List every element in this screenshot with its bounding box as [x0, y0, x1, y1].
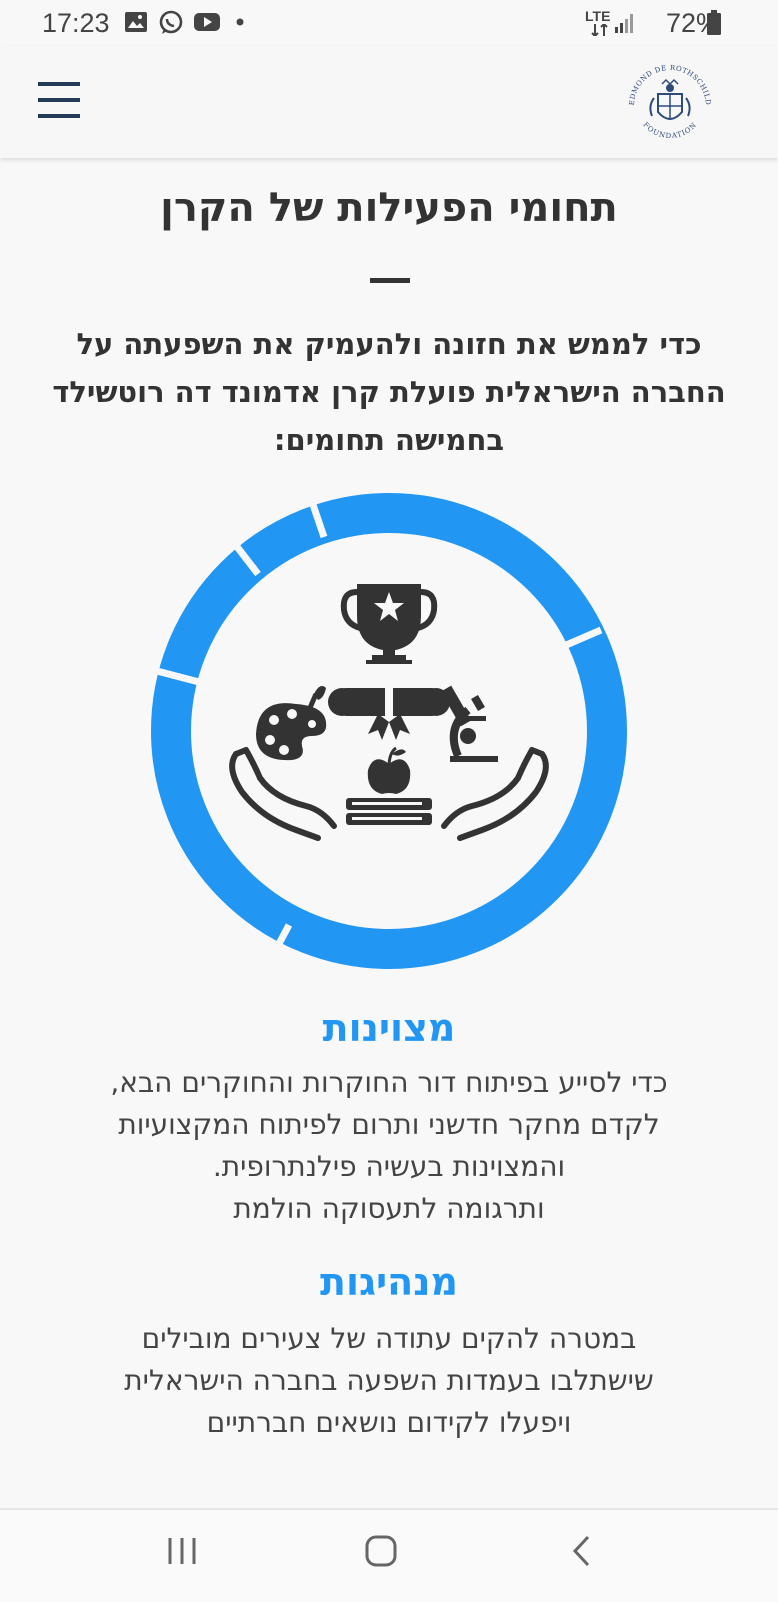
notification-dot-icon	[236, 18, 244, 26]
page-title: תחומי הפעילות של הקרן	[160, 185, 618, 231]
section-text-leadership: במטרה להקים עתודה של צעירים מובילים שישת…	[124, 1322, 654, 1439]
rothschild-foundation-logo[interactable]: EDMOND DE ROTHSCHILD FOUNDATION	[620, 54, 720, 154]
palette-icon	[256, 686, 327, 761]
section-title-excellence: מצוינות	[322, 1006, 456, 1050]
recent-apps-icon[interactable]	[166, 1536, 198, 1566]
activity-areas-ring	[146, 488, 632, 974]
trophy-icon	[340, 584, 438, 664]
status-time: 17:23	[42, 8, 110, 38]
svg-text:FOUNDATION: FOUNDATION	[641, 121, 698, 141]
back-icon[interactable]	[570, 1534, 594, 1568]
diploma-icon	[328, 688, 450, 740]
network-type: LTE	[585, 8, 611, 24]
section-title-leadership: מנהיגות	[320, 1260, 458, 1304]
youtube-icon	[194, 13, 220, 31]
microscope-icon	[440, 685, 498, 762]
site-header: EDMOND DE ROTHSCHILD FOUNDATION	[0, 46, 778, 158]
network-arrows-icon	[591, 24, 608, 36]
ring-graphic	[151, 488, 627, 972]
hamburger-menu-icon[interactable]	[38, 80, 80, 120]
signal-icon	[615, 14, 633, 33]
intro-text: כדי לממש את חזונה ולהעמיק את השפעתה על ה…	[52, 327, 726, 457]
title-divider	[370, 278, 410, 283]
android-nav-bar	[0, 1508, 778, 1602]
apple-book-icon	[346, 746, 432, 825]
battery-icon	[707, 10, 721, 35]
home-icon[interactable]	[364, 1534, 398, 1568]
whatsapp-icon	[159, 10, 183, 34]
gallery-icon	[125, 12, 147, 32]
status-bar: 17:23 LTE 72%	[0, 0, 778, 46]
section-text-excellence: כדי לסייע בפיתוח דור החוקרות והחוקרים הב…	[110, 1066, 668, 1225]
